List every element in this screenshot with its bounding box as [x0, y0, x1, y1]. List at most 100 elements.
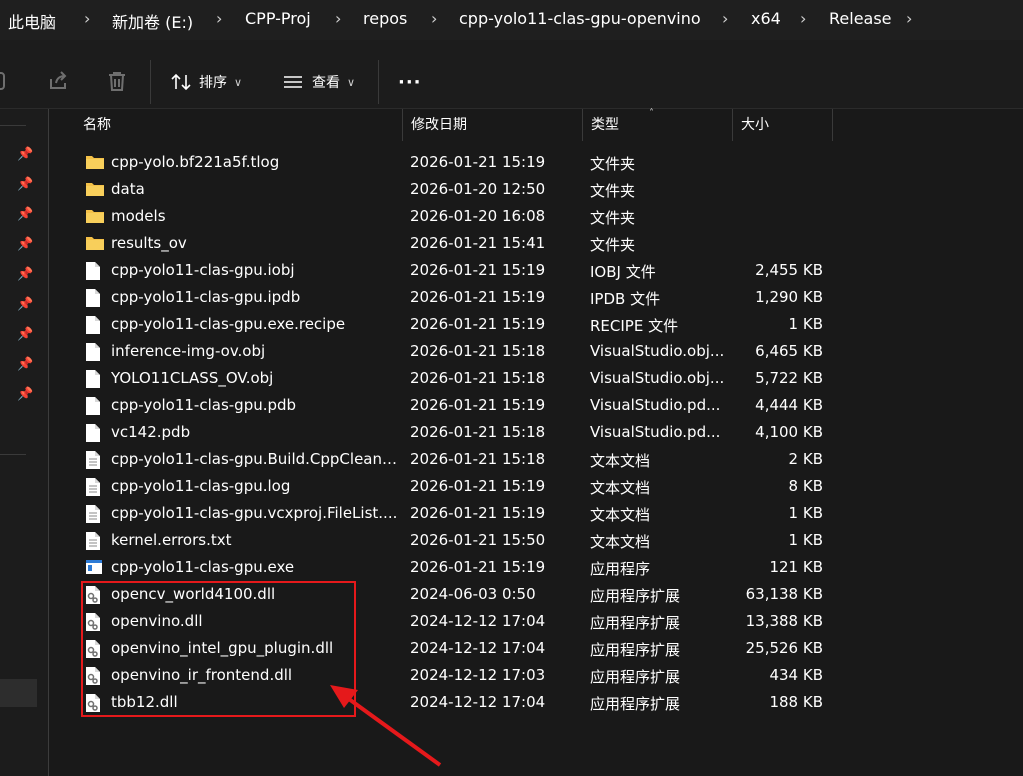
nav-divider: [0, 454, 26, 455]
file-modified-date: 2026-01-21 15:19: [410, 315, 546, 333]
column-size-label: 大小: [741, 117, 769, 133]
file-type: 文件夹: [590, 236, 636, 254]
file-name: cpp-yolo11-clas-gpu.iobj: [111, 261, 295, 279]
file-row[interactable]: cpp-yolo11-clas-gpu.exe 2026-01-21 15:19 应…: [75, 554, 855, 581]
column-type-label: 类型: [591, 117, 619, 133]
chevron-right-icon[interactable]: ›: [722, 9, 728, 28]
file-size: 4,444 KB: [755, 396, 823, 414]
file-row[interactable]: cpp-yolo11-clas-gpu.exe.recipe 2026-01-21…: [75, 311, 855, 338]
nav-divider: [0, 125, 26, 126]
chevron-down-icon: ∨: [234, 75, 243, 89]
file-row[interactable]: cpp-yolo11-clas-gpu.pdb 2026-01-21 15:19 V…: [75, 392, 855, 419]
address-bar[interactable]: 此电脑 › 新加卷 (E:) › CPP-Proj › repos › cpp-…: [0, 0, 1023, 40]
file-row[interactable]: cpp-yolo11-clas-gpu.Build.CppClean.... 20…: [75, 446, 855, 473]
pin-icon[interactable]: 📌: [17, 207, 33, 223]
exe-icon: [85, 558, 105, 578]
breadcrumb-project[interactable]: cpp-yolo11-clas-gpu-openvino: [459, 9, 701, 28]
file-modified-date: 2024-12-12 17:04: [410, 612, 546, 630]
breadcrumb-cpp-proj[interactable]: CPP-Proj: [245, 9, 311, 28]
file-row[interactable]: vc142.pdb 2026-01-21 15:18 VisualStudio.pd…: [75, 419, 855, 446]
pin-icon[interactable]: 📌: [17, 387, 33, 403]
file-row[interactable]: inference-img-ov.obj 2026-01-21 15:18 Visu…: [75, 338, 855, 365]
chevron-right-icon[interactable]: ›: [84, 9, 90, 28]
column-header-date[interactable]: 修改日期: [403, 109, 583, 141]
chevron-right-icon[interactable]: ›: [800, 9, 806, 28]
file-size: 1,290 KB: [755, 288, 823, 306]
file-row[interactable]: cpp-yolo11-clas-gpu.ipdb 2026-01-21 15:19…: [75, 284, 855, 311]
column-header-type[interactable]: 类型 ˄: [583, 108, 733, 141]
text-file-icon: [85, 450, 105, 470]
file-type: 应用程序扩展: [590, 641, 681, 659]
file-name: cpp-yolo11-clas-gpu.Build.CppClean....: [111, 450, 401, 468]
file-row[interactable]: cpp-yolo11-clas-gpu.iobj 2026-01-21 15:19…: [75, 257, 855, 284]
file-row[interactable]: cpp-yolo.bf221a5f.tlog 2026-01-21 15:19 文件…: [75, 149, 855, 176]
file-type: 文本文档: [590, 533, 651, 551]
toolbar-divider: [378, 60, 379, 104]
pin-icon[interactable]: 📌: [17, 147, 33, 163]
file-size: 1 KB: [788, 315, 823, 333]
file-type: IPDB 文件: [590, 290, 661, 308]
pin-icon[interactable]: 📌: [17, 297, 33, 313]
sort-icon: [171, 73, 191, 91]
folder-icon: [85, 207, 105, 227]
chevron-right-icon[interactable]: ›: [906, 9, 912, 28]
breadcrumb-repos[interactable]: repos: [363, 9, 407, 28]
file-type: VisualStudio.obj...: [590, 342, 725, 360]
chevron-right-icon[interactable]: ›: [431, 9, 437, 28]
file-name: vc142.pdb: [111, 423, 191, 441]
copy-icon[interactable]: [0, 70, 18, 94]
annotation-highlight-box: [81, 581, 356, 717]
file-icon: [85, 288, 105, 308]
chevron-down-icon: ∨: [347, 75, 356, 89]
file-row[interactable]: models 2026-01-20 16:08 文件夹: [75, 203, 855, 230]
file-icon: [85, 396, 105, 416]
more-options-button[interactable]: ···: [398, 68, 422, 96]
column-date-label: 修改日期: [411, 117, 467, 133]
pin-icon[interactable]: 📌: [17, 237, 33, 253]
share-icon[interactable]: [47, 70, 71, 94]
file-name: kernel.errors.txt: [111, 531, 232, 549]
file-modified-date: 2024-06-03 0:50: [410, 585, 536, 603]
column-header-size[interactable]: 大小: [733, 109, 833, 141]
pin-icon[interactable]: 📌: [17, 267, 33, 283]
breadcrumb-release[interactable]: Release: [829, 9, 892, 28]
breadcrumb-this-pc[interactable]: 此电脑: [8, 9, 56, 33]
delete-icon[interactable]: [106, 70, 130, 94]
file-modified-date: 2026-01-21 15:19: [410, 558, 546, 576]
breadcrumb-x64[interactable]: x64: [751, 9, 781, 28]
chevron-right-icon[interactable]: ›: [335, 9, 341, 28]
file-name: models: [111, 207, 166, 225]
pin-icon[interactable]: 📌: [17, 327, 33, 343]
file-modified-date: 2026-01-21 15:50: [410, 531, 546, 549]
view-icon: [284, 76, 302, 88]
file-name: cpp-yolo11-clas-gpu.exe.recipe: [111, 315, 346, 333]
file-row[interactable]: cpp-yolo11-clas-gpu.vcxproj.FileList....…: [75, 500, 855, 527]
file-size: 434 KB: [769, 666, 823, 684]
nav-selected-item[interactable]: [0, 679, 37, 707]
column-header-name[interactable]: 名称: [75, 109, 403, 141]
file-type: 应用程序扩展: [590, 668, 681, 686]
file-row[interactable]: data 2026-01-20 12:50 文件夹: [75, 176, 855, 203]
file-modified-date: 2026-01-20 12:50: [410, 180, 546, 198]
file-icon: [85, 369, 105, 389]
chevron-right-icon[interactable]: ›: [216, 9, 222, 28]
text-file-icon: [85, 531, 105, 551]
file-row[interactable]: results_ov 2026-01-21 15:41 文件夹: [75, 230, 855, 257]
file-type: RECIPE 文件: [590, 317, 679, 335]
sort-ascending-icon: ˄: [649, 108, 654, 119]
view-button[interactable]: 查看 ∨: [282, 68, 355, 96]
file-size: 25,526 KB: [745, 639, 823, 657]
pin-icon[interactable]: 📌: [17, 357, 33, 373]
file-modified-date: 2026-01-21 15:19: [410, 396, 546, 414]
file-name: cpp-yolo11-clas-gpu.vcxproj.FileList....: [111, 504, 398, 522]
file-row[interactable]: kernel.errors.txt 2026-01-21 15:50 文本文档 1 K…: [75, 527, 855, 554]
pin-icon[interactable]: 📌: [17, 177, 33, 193]
file-name: YOLO11CLASS_OV.obj: [111, 369, 274, 387]
file-row[interactable]: YOLO11CLASS_OV.obj 2026-01-21 15:18 Visual…: [75, 365, 855, 392]
file-row[interactable]: cpp-yolo11-clas-gpu.log 2026-01-21 15:19 文…: [75, 473, 855, 500]
sort-button[interactable]: 排序 ∨: [170, 68, 242, 96]
file-modified-date: 2026-01-21 15:19: [410, 153, 546, 171]
breadcrumb-drive[interactable]: 新加卷 (E:): [112, 9, 193, 33]
file-type: VisualStudio.pd...: [590, 396, 721, 414]
file-type: 文本文档: [590, 479, 651, 497]
